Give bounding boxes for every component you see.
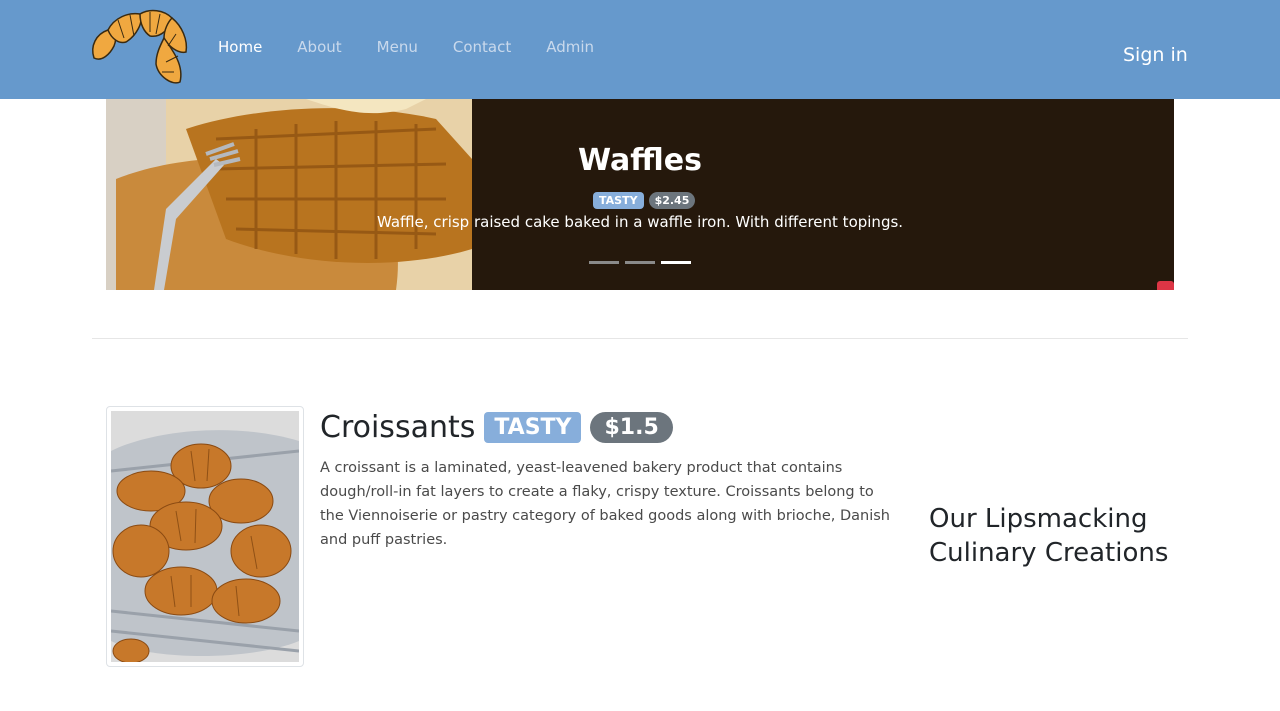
waffle-image — [106, 99, 472, 290]
side-heading: Our Lipsmacking Culinary Creations — [929, 504, 1169, 568]
carousel-badges: TASTY $2.45 — [593, 192, 696, 209]
product-title: Croissants — [320, 410, 476, 445]
navbar: Home About Menu Contact Admin Sign in — [0, 0, 1280, 99]
carousel-title: Waffles — [578, 143, 702, 178]
carousel-description: Waffle, crisp raised cake baked in a waf… — [376, 213, 904, 231]
hero-carousel[interactable]: Waffles TASTY $2.45 Waffle, crisp raised… — [106, 99, 1174, 290]
carousel-indicator-3[interactable] — [661, 261, 691, 264]
red-corner-tab[interactable] — [1157, 281, 1174, 290]
nav-links: Home About Menu Contact Admin — [218, 38, 629, 56]
nav-admin-link[interactable]: Admin — [546, 38, 594, 56]
nav-contact-link[interactable]: Contact — [453, 38, 511, 56]
product-title-row: Croissants TASTY $1.5 — [320, 410, 673, 445]
nav-home-link[interactable]: Home — [218, 38, 262, 56]
croissant-thumbnail — [106, 406, 304, 667]
carousel-indicator-1[interactable] — [589, 261, 619, 264]
product-price-badge: $1.5 — [590, 412, 673, 443]
carousel-indicator-2[interactable] — [625, 261, 655, 264]
divider — [92, 338, 1188, 339]
product-description: A croissant is a laminated, yeast-leaven… — [320, 460, 890, 548]
carousel-tasty-badge: TASTY — [593, 192, 644, 209]
sign-in-link[interactable]: Sign in — [1123, 44, 1188, 66]
nav-about-link[interactable]: About — [297, 38, 341, 56]
carousel-indicators — [589, 261, 691, 264]
nav-menu-link[interactable]: Menu — [377, 38, 418, 56]
croissant-logo-icon[interactable] — [88, 6, 192, 88]
product-tasty-badge: TASTY — [484, 412, 582, 443]
carousel-price-badge: $2.45 — [648, 192, 696, 209]
